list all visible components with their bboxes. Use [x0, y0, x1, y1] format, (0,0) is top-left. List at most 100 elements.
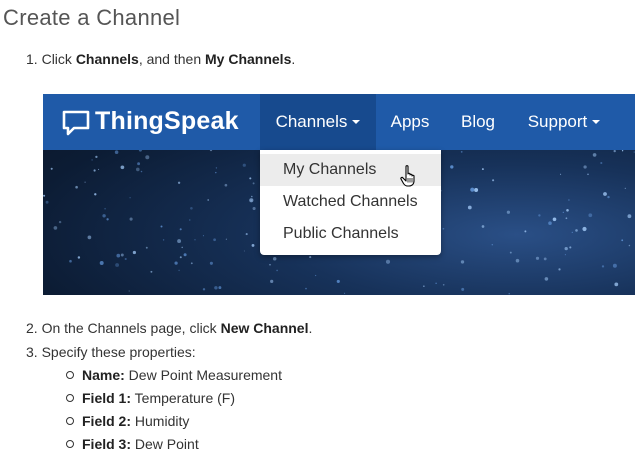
star-dot: [442, 227, 445, 230]
menu-item-public-channels[interactable]: Public Channels: [260, 218, 441, 250]
star-dot: [481, 168, 484, 171]
star-dot: [272, 257, 277, 261]
bullet-icon: [66, 417, 74, 425]
star-dot: [515, 258, 520, 263]
star-dot: [137, 162, 141, 166]
page-title: Create a Channel: [3, 5, 181, 30]
star-dot: [75, 185, 78, 189]
star-dot: [114, 150, 119, 154]
property-name: Name: Dew Point Measurement: [66, 367, 282, 383]
star-dot: [104, 207, 106, 210]
star-dot: [492, 179, 495, 182]
step-1-my-channels: My Channels: [205, 51, 292, 67]
channels-dropdown-menu: My Channels Watched Channels Public Chan…: [260, 150, 441, 255]
star-dot: [138, 150, 142, 152]
star-dot: [145, 246, 148, 249]
star-dot: [224, 183, 228, 187]
star-dot: [150, 270, 153, 273]
nav-apps[interactable]: Apps: [385, 94, 435, 150]
star-dot: [45, 200, 49, 204]
star-dot: [628, 244, 631, 247]
star-dot: [93, 169, 96, 172]
star-dot: [58, 220, 62, 224]
step-1-suffix: .: [291, 51, 296, 67]
star-dot: [633, 151, 635, 153]
step-2-prefix: On the Channels page, click: [41, 320, 221, 336]
star-dot: [269, 263, 271, 266]
star-dot: [601, 265, 605, 268]
star-dot: [177, 181, 181, 184]
star-dot: [575, 229, 578, 232]
star-dot: [558, 268, 561, 271]
step-1: 1. Click Channels, and then My Channels.: [26, 51, 295, 67]
star-dot: [140, 170, 143, 173]
star-dot: [524, 230, 527, 233]
star-dot: [344, 292, 346, 294]
star-dot: [548, 221, 552, 225]
star-dot: [162, 239, 165, 241]
star-dot: [621, 150, 624, 152]
step-1-prefix: Click: [41, 51, 76, 67]
star-dot: [116, 253, 121, 258]
star-dot: [120, 253, 124, 257]
star-dot: [209, 150, 213, 152]
star-dot: [174, 261, 178, 265]
star-dot: [613, 150, 616, 153]
star-dot: [621, 239, 624, 242]
star-dot: [179, 256, 182, 259]
star-dot: [252, 182, 255, 185]
star-dot: [627, 214, 632, 219]
star-dot: [588, 213, 593, 218]
star-dot: [491, 243, 494, 246]
star-dot: [614, 282, 619, 287]
nav-support[interactable]: Support: [521, 94, 607, 150]
step-1-middle: , and then: [138, 51, 205, 67]
star-dot: [276, 269, 278, 272]
star-dot: [106, 218, 109, 221]
step-1-number: 1.: [26, 51, 38, 67]
nav-channels-label: Channels: [275, 112, 348, 131]
star-dot: [470, 187, 475, 192]
bullet-icon: [66, 440, 74, 448]
star-dot: [314, 274, 317, 277]
step-2: 2. On the Channels page, click New Chann…: [26, 320, 312, 336]
star-dot: [207, 199, 210, 201]
star-dot: [115, 263, 120, 267]
star-dot: [385, 259, 391, 264]
star-dot: [135, 167, 140, 172]
nav-channels[interactable]: Channels: [260, 94, 376, 150]
star-dot: [612, 263, 617, 268]
star-dot: [249, 198, 254, 203]
star-dot: [336, 279, 340, 283]
hand-pointer-icon: [400, 165, 415, 187]
star-dot: [564, 254, 566, 256]
star-dot: [535, 256, 540, 260]
menu-item-watched-channels[interactable]: Watched Channels: [260, 186, 441, 218]
star-dot: [624, 187, 626, 189]
star-dot: [583, 165, 587, 169]
star-dot: [87, 235, 92, 240]
star-dot: [607, 195, 610, 199]
star-dot: [461, 287, 465, 291]
nav-support-label: Support: [527, 112, 588, 131]
star-dot: [603, 192, 607, 196]
star-dot: [209, 261, 213, 265]
star-dot: [309, 256, 312, 259]
star-dot: [98, 168, 100, 170]
star-dot: [481, 225, 485, 228]
star-dot: [177, 239, 182, 244]
star-dot: [242, 163, 246, 167]
star-dot: [102, 214, 106, 218]
star-dot: [474, 188, 479, 192]
star-dot: [552, 217, 557, 222]
star-dot: [202, 288, 206, 291]
step-1-channels: Channels: [75, 51, 139, 67]
step-2-new-channel: New Channel: [220, 320, 309, 336]
star-dot: [124, 257, 127, 261]
nav-blog[interactable]: Blog: [453, 94, 503, 150]
star-dot: [506, 210, 511, 214]
bullet-icon: [66, 394, 74, 402]
star-dot: [442, 284, 445, 286]
star-dot: [129, 217, 133, 221]
star-dot: [91, 159, 93, 161]
